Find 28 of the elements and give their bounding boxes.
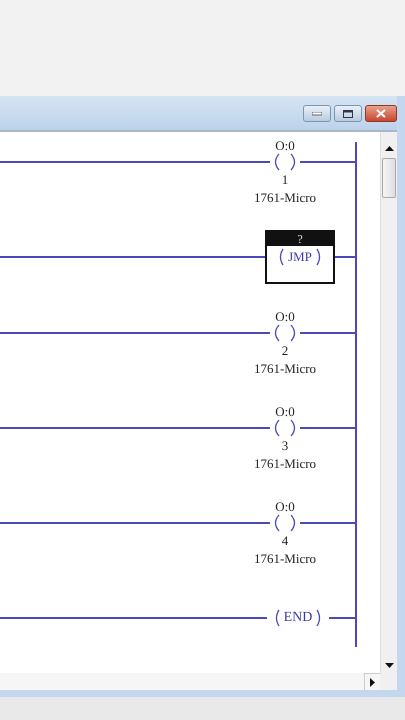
right-bracket-icon — [314, 248, 323, 266]
jump-label: ? — [267, 232, 333, 246]
scrollbar-corner — [380, 673, 397, 690]
address-label: O:0 — [275, 404, 295, 419]
minimize-icon — [312, 112, 322, 116]
end-instruction[interactable]: END — [267, 609, 329, 627]
address-label: O:0 — [275, 499, 295, 514]
bit-number: 3 — [282, 437, 288, 455]
maximize-icon — [343, 110, 353, 118]
description-label: 1761-Micro — [254, 455, 316, 473]
jump-mnemonic: JMP — [277, 248, 323, 266]
close-button[interactable] — [365, 105, 397, 122]
bit-number: 2 — [282, 342, 288, 360]
minimize-button[interactable] — [303, 105, 331, 122]
description-label: 1761-Micro — [254, 189, 316, 207]
jump-instruction[interactable]: ? JMP — [265, 230, 335, 284]
close-icon — [376, 109, 386, 118]
address-label: O:0 — [275, 309, 295, 324]
bit-number: 4 — [282, 532, 288, 550]
address-label: O:0 — [275, 138, 295, 153]
maximize-button[interactable] — [334, 105, 362, 122]
description-label: 1761-Micro — [254, 360, 316, 378]
left-bracket-icon — [277, 248, 286, 266]
vertical-scrollbar[interactable] — [380, 132, 397, 673]
scroll-thumb[interactable] — [382, 158, 396, 198]
bit-number: 1 — [282, 171, 288, 189]
description-label: 1761-Micro — [254, 550, 316, 568]
horizontal-scrollbar[interactable] — [0, 673, 380, 690]
